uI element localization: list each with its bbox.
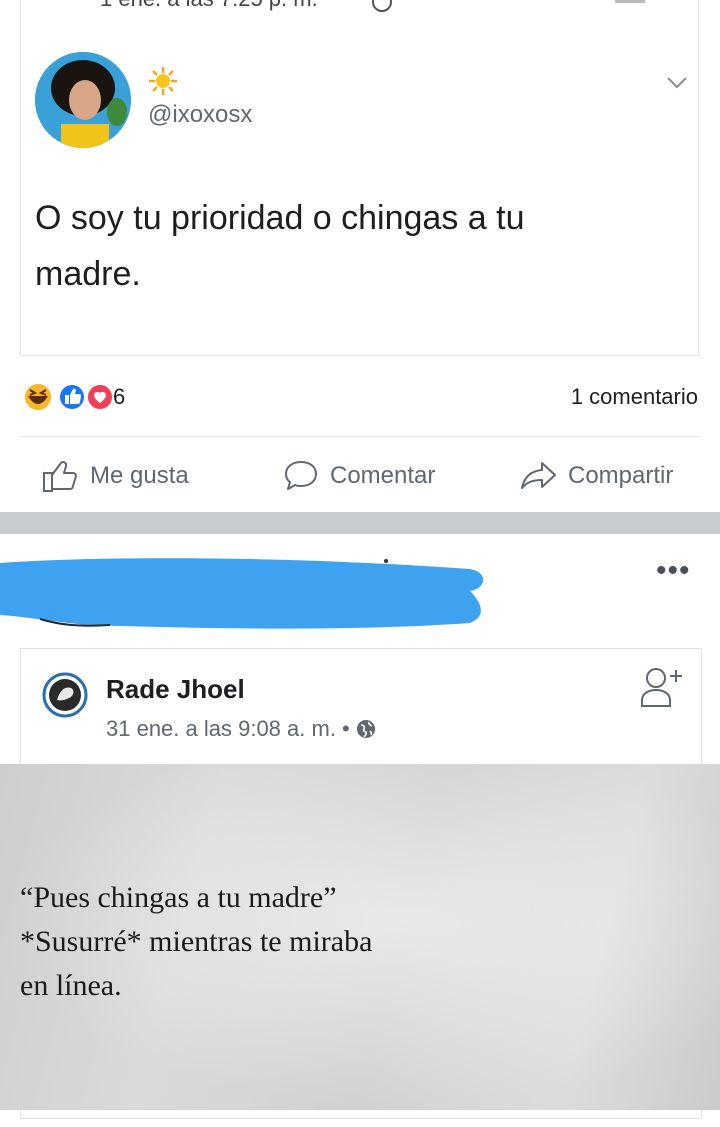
globe-icon bbox=[356, 720, 375, 738]
divider bbox=[20, 355, 700, 356]
share-label: Compartir bbox=[568, 462, 674, 489]
reaction-count[interactable]: 6 bbox=[113, 384, 125, 410]
thumbs-up-icon bbox=[43, 461, 77, 492]
avatar[interactable] bbox=[42, 672, 88, 718]
divider bbox=[615, 0, 645, 3]
page-name[interactable]: Rade Jhoel bbox=[106, 674, 245, 705]
comment-icon bbox=[285, 461, 317, 490]
reaction-icons[interactable] bbox=[22, 381, 114, 413]
tweet-handle[interactable]: @ixoxosx bbox=[148, 101, 252, 129]
tweet-text: O soy tu prioridad o chingas a tu madre. bbox=[35, 199, 525, 293]
post-timestamp-cut: 1 ene. a las 7:25 p. m. bbox=[100, 0, 318, 12]
frame-border bbox=[698, 0, 699, 355]
avatar[interactable] bbox=[35, 52, 131, 148]
redaction-scribble bbox=[0, 555, 490, 635]
comment-count[interactable]: 1 comentario bbox=[571, 384, 698, 410]
divider bbox=[20, 1118, 700, 1119]
chevron-down-icon[interactable] bbox=[666, 76, 688, 90]
add-friend-icon[interactable] bbox=[636, 664, 686, 710]
divider bbox=[20, 436, 700, 437]
like-button[interactable]: Me gusta bbox=[42, 456, 189, 496]
comment-button[interactable]: Comentar bbox=[282, 456, 435, 496]
more-options-icon[interactable]: ••• bbox=[656, 556, 691, 586]
comment-label: Comentar bbox=[330, 462, 436, 489]
frame-border bbox=[20, 0, 21, 355]
share-icon bbox=[521, 462, 556, 489]
globe-icon bbox=[372, 0, 392, 12]
post-separator bbox=[0, 512, 720, 534]
post-timestamp[interactable]: 31 ene. a las 9:08 a. m. • bbox=[106, 716, 350, 742]
image-quote-text: “Pues chingas a tu madre” *Susurré* mien… bbox=[20, 881, 373, 1002]
sun-icon bbox=[148, 66, 178, 96]
share-button[interactable]: Compartir bbox=[520, 456, 673, 496]
post-meta: 31 ene. a las 9:08 a. m. • bbox=[106, 716, 376, 742]
like-label: Me gusta bbox=[90, 462, 189, 489]
